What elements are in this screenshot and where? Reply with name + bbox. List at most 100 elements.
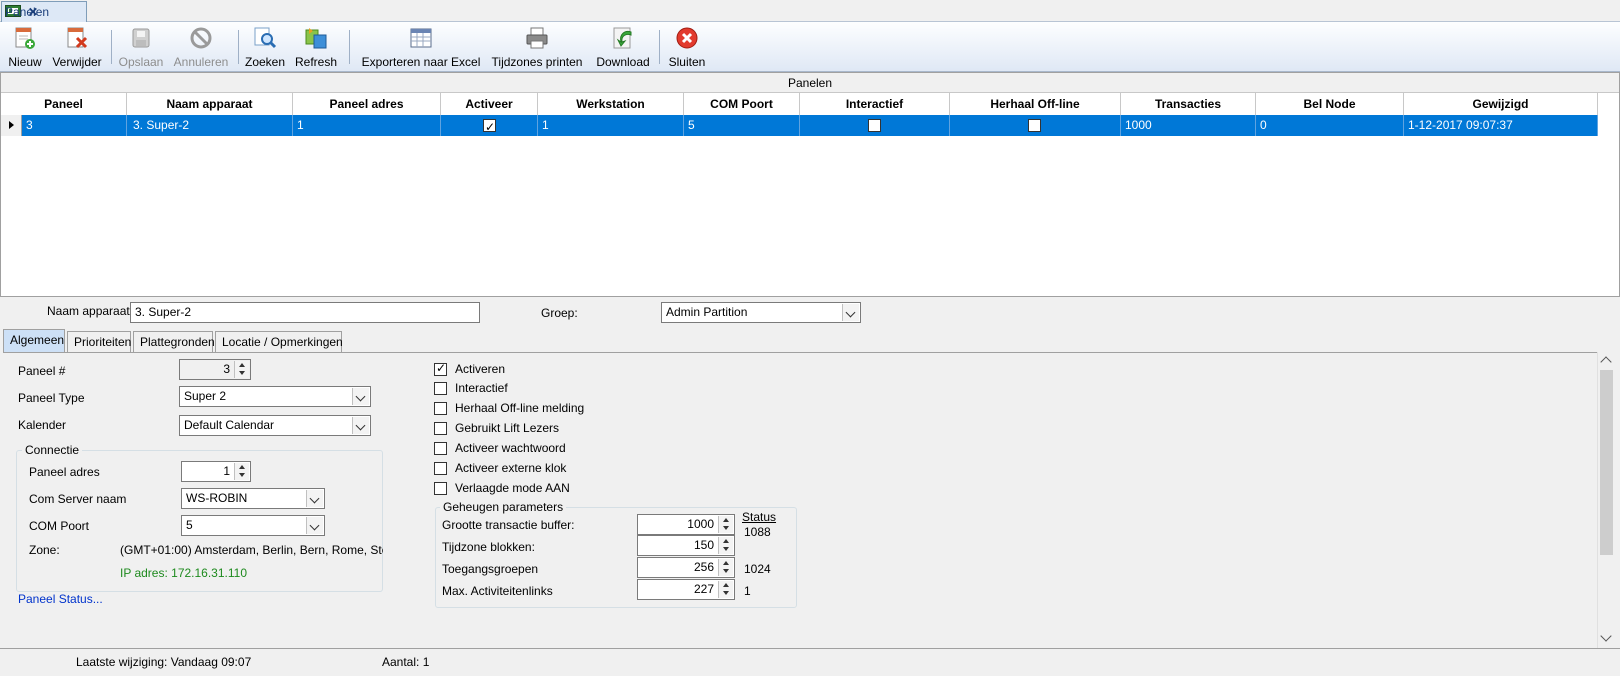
table-row[interactable]: 3 3. Super-2 1 1 5 1000 0 1-12-2017 09:0… (1, 115, 1598, 138)
com-server-select[interactable]: WS-ROBIN (181, 488, 325, 509)
toolbar-separator (659, 30, 660, 64)
spinner-arrows-icon[interactable] (234, 463, 249, 480)
cell-activeer[interactable] (441, 115, 538, 138)
lift-lezers-option[interactable]: Gebruikt Lift Lezers (434, 421, 559, 435)
spinner-arrows-icon[interactable] (234, 361, 249, 378)
activeren-option[interactable]: Activeren (434, 361, 506, 376)
spinner-arrows-icon[interactable] (718, 516, 733, 533)
column-header-naam[interactable]: Naam apparaat (127, 93, 293, 115)
chevron-down-icon[interactable] (306, 517, 323, 534)
cell-werkstation[interactable]: 1 (538, 115, 684, 136)
externe-klok-checkbox[interactable] (434, 461, 447, 475)
tab-prioriteiten[interactable]: Prioriteiten (67, 331, 131, 352)
chevron-down-icon[interactable] (842, 304, 859, 321)
interactief-checkbox[interactable] (868, 119, 881, 132)
tab-plattegronden[interactable]: Plattegronden (133, 331, 215, 352)
delete-button[interactable]: Verwijder (50, 22, 104, 72)
scrollbar-thumb[interactable] (1600, 370, 1613, 555)
com-poort-select[interactable]: 5 (181, 515, 325, 536)
print-timezones-button[interactable]: Tijdzones printen (490, 22, 584, 72)
search-button[interactable]: Zoeken (243, 22, 287, 72)
cell-adres[interactable]: 1 (293, 115, 441, 136)
paneel-type-select[interactable]: Super 2 (179, 386, 371, 407)
paneel-nr-stepper[interactable]: 3 (179, 359, 251, 380)
verlaagde-mode-option[interactable]: Verlaagde mode AAN (434, 481, 570, 495)
herhaal-offline-option-checkbox[interactable] (434, 401, 447, 415)
toegangsgroepen-stepper[interactable]: 256 (637, 557, 735, 578)
activeren-checkbox[interactable] (434, 361, 447, 376)
column-header-paneel[interactable]: Paneel (1, 93, 127, 115)
document-tab-panelen[interactable]: Panelen ✕ (1, 1, 87, 22)
chevron-down-icon[interactable] (352, 388, 369, 405)
cell-herhaal-offline[interactable] (950, 115, 1121, 136)
paneel-status-link[interactable]: Paneel Status... (18, 592, 103, 606)
cell-gewijzigd[interactable]: 1-12-2017 09:07:37 (1404, 115, 1598, 136)
export-excel-button[interactable]: Exporteren naar Excel (362, 22, 480, 72)
row-selector-icon[interactable] (1, 115, 22, 136)
paneel-adres-stepper[interactable]: 1 (181, 461, 251, 482)
grid-caption: Panelen (1, 73, 1619, 93)
chevron-down-icon[interactable] (352, 417, 369, 434)
externe-klok-option[interactable]: Activeer externe klok (434, 461, 566, 475)
interactief-option[interactable]: Interactief (434, 381, 508, 395)
tab-locatie-opmerkingen[interactable]: Locatie / Opmerkingen (215, 331, 343, 352)
wachtwoord-checkbox[interactable] (434, 441, 447, 455)
column-header-bel-node[interactable]: Bel Node (1256, 93, 1404, 115)
com-server-value: WS-ROBIN (186, 491, 248, 505)
column-header-adres[interactable]: Paneel adres (293, 93, 441, 115)
scroll-up-icon[interactable] (1600, 356, 1612, 368)
activiteitenlinks-stepper[interactable]: 227 (637, 579, 735, 600)
kalender-select[interactable]: Default Calendar (179, 415, 371, 436)
download-icon (609, 24, 637, 52)
column-header-werkstation[interactable]: Werkstation (538, 93, 684, 115)
buffer-value: 1000 (687, 517, 714, 531)
buffer-stepper[interactable]: 1000 (637, 514, 735, 535)
activeren-label: Activeren (455, 362, 506, 376)
verlaagde-mode-checkbox[interactable] (434, 481, 447, 495)
chevron-down-icon[interactable] (306, 490, 323, 507)
spinner-arrows-icon[interactable] (718, 537, 733, 554)
interactief-option-checkbox[interactable] (434, 381, 447, 395)
new-button[interactable]: Nieuw (4, 22, 46, 72)
cell-com-poort[interactable]: 5 (684, 115, 800, 136)
cell-naam[interactable]: 3. Super-2 (127, 115, 293, 136)
spinner-arrows-icon[interactable] (718, 581, 733, 598)
mem-label-toegangsgroepen: Toegangsgroepen (442, 562, 539, 576)
save-button[interactable]: Opslaan (116, 22, 166, 72)
print-timezones-label: Tijdzones printen (491, 55, 583, 69)
spinner-arrows-icon[interactable] (718, 559, 733, 576)
groep-select[interactable]: Admin Partition (661, 302, 861, 323)
herhaal-offline-option[interactable]: Herhaal Off-line melding (434, 401, 584, 415)
lift-lezers-checkbox[interactable] (434, 421, 447, 435)
status-bar: Laatste wijziging: Vandaag 09:07 Aantal:… (0, 648, 1620, 676)
cancel-button[interactable]: Annuleren (170, 22, 232, 72)
column-header-com-poort[interactable]: COM Poort (684, 93, 800, 115)
externe-klok-label: Activeer externe klok (455, 461, 567, 475)
wachtwoord-label: Activeer wachtwoord (455, 441, 566, 455)
naam-apparaat-input[interactable]: 3. Super-2 (130, 302, 480, 323)
refresh-button[interactable]: Refresh (293, 22, 339, 72)
tab-algemeen[interactable]: Algemeen (3, 329, 65, 352)
wachtwoord-option[interactable]: Activeer wachtwoord (434, 441, 566, 455)
herhaal-offline-checkbox[interactable] (1028, 119, 1041, 132)
scroll-down-icon[interactable] (1600, 630, 1612, 642)
groep-value: Admin Partition (666, 305, 748, 319)
refresh-label: Refresh (294, 55, 338, 69)
column-header-gewijzigd[interactable]: Gewijzigd (1404, 93, 1598, 115)
verlaagde-mode-label: Verlaagde mode AAN (455, 481, 570, 495)
cancel-icon (187, 24, 215, 52)
cell-transacties[interactable]: 1000 (1121, 115, 1256, 136)
close-button[interactable]: Sluiten (664, 22, 710, 72)
column-header-interactief[interactable]: Interactief (800, 93, 950, 115)
column-header-herhaal-offline[interactable]: Herhaal Off-line (950, 93, 1121, 115)
column-header-activeer[interactable]: Activeer (441, 93, 538, 115)
tijdzone-stepper[interactable]: 150 (637, 535, 735, 556)
mem-label-buffer: Grootte transactie buffer: (442, 518, 575, 532)
column-header-transacties[interactable]: Transacties (1121, 93, 1256, 115)
cell-bel-node[interactable]: 0 (1256, 115, 1404, 136)
cell-interactief[interactable] (800, 115, 950, 136)
activeer-checkbox[interactable] (483, 117, 496, 138)
download-button[interactable]: Download (594, 22, 652, 72)
cell-paneel[interactable]: 3 (22, 115, 127, 136)
vertical-scrollbar[interactable] (1597, 352, 1614, 648)
